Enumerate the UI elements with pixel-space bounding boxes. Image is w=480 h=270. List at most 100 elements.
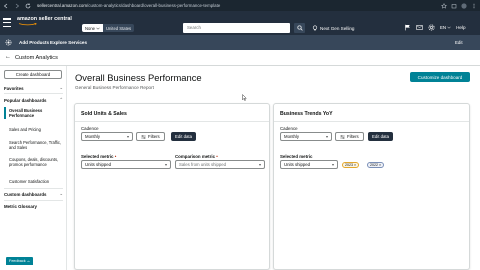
- menu-item-explore-services[interactable]: Explore Services: [50, 40, 87, 45]
- hamburger-menu-icon[interactable]: [3, 18, 11, 27]
- selected-metric-label: Selected metric •: [81, 154, 116, 159]
- edit-data-button[interactable]: Edit data: [171, 132, 196, 141]
- card-title: Sold Units & Sales: [81, 111, 127, 117]
- filter-sliders-icon: [340, 134, 345, 139]
- sidebar: Create dashboard Favorites ⌄ Popular das…: [0, 66, 67, 270]
- create-dashboard-button[interactable]: Create dashboard: [4, 70, 62, 79]
- marketplace-switcher[interactable]: None United States: [82, 24, 135, 32]
- help-link[interactable]: Help: [456, 25, 465, 30]
- profile-icon[interactable]: [460, 2, 467, 9]
- comparison-metric-select[interactable]: Sales from units shipped ▾: [175, 160, 265, 169]
- seller-central-header: amazon seller central None United States…: [0, 11, 480, 35]
- business-trends-card: Business Trends YoY Cadence Monthly ▾ Fi…: [273, 103, 470, 270]
- flag-icon[interactable]: [404, 24, 411, 31]
- chevron-down-icon: ▾: [325, 134, 328, 139]
- feedback-button[interactable]: Feedback: [6, 257, 33, 265]
- menu-item-add-products[interactable]: Add Products: [19, 40, 49, 45]
- sidebar-item-coupons-deals[interactable]: Coupons, deals, discounts, promos perfor…: [9, 157, 63, 168]
- filters-button[interactable]: Filters: [335, 132, 364, 141]
- url-path: /custom-analytics/dashboard/overall-busi…: [87, 3, 221, 8]
- chevron-down-icon: ▾: [164, 162, 167, 167]
- reload-icon[interactable]: [22, 0, 33, 11]
- lightbulb-icon: [312, 25, 318, 31]
- language-selector[interactable]: EN: [440, 25, 451, 30]
- sidebar-item-search-performance[interactable]: Search Performance, Traffic, and Sales: [9, 140, 63, 151]
- dashboard-title: Overall Business Performance: [75, 72, 202, 83]
- year-chip-2023[interactable]: 2023 ×: [342, 161, 360, 168]
- sidebar-item-customer-satisfaction[interactable]: Customer Satisfaction: [9, 179, 63, 184]
- comparison-metric-placeholder: Sales from units shipped: [179, 162, 227, 167]
- cadence-select[interactable]: Monthly ▾: [81, 132, 133, 141]
- mouse-cursor-icon: [242, 94, 247, 101]
- chevron-down-icon: ▾: [126, 134, 129, 139]
- sold-units-sales-card: Sold Units & Sales Cadence Monthly ▾ Fil…: [74, 103, 270, 270]
- sidebar-section-favorites[interactable]: Favorites ⌄: [4, 85, 63, 91]
- region-selector[interactable]: United States: [103, 24, 135, 32]
- search-placeholder: Search: [187, 25, 201, 30]
- bookmarks-menu-bar: Add Products Explore Services Edit: [0, 35, 480, 50]
- sidebar-section-custom[interactable]: Custom dashboards ⌄: [4, 191, 63, 197]
- chevron-down-icon: [447, 26, 451, 29]
- divider: [4, 188, 63, 189]
- chevron-down-icon: ⌄: [59, 85, 63, 90]
- browser-toolbar: sellercentral.amazon.com /custom-analyti…: [0, 0, 480, 11]
- close-icon[interactable]: ×: [379, 163, 381, 167]
- metric-glossary-label: Metric Glossary: [4, 204, 37, 209]
- filters-label: Filters: [347, 134, 359, 139]
- next-gen-selling-link[interactable]: Next Gen Selling: [312, 25, 354, 31]
- custom-dashboards-label: Custom dashboards: [4, 191, 47, 197]
- selected-metric-select[interactable]: Units shipped ▾: [81, 160, 171, 169]
- edit-data-button[interactable]: Edit data: [368, 132, 393, 141]
- forward-arrow-icon[interactable]: [11, 0, 22, 11]
- language-label: EN: [440, 25, 447, 30]
- comparison-metric-label-text: Comparison metric: [175, 154, 216, 159]
- selected-metric-value: Units shipped: [85, 162, 112, 167]
- cadence-value: Monthly: [85, 134, 101, 139]
- selected-metric-select[interactable]: Units shipped ▾: [280, 160, 338, 169]
- browser-menu-icon[interactable]: [470, 2, 477, 9]
- popular-dashboards-label: Popular dashboards: [4, 97, 47, 103]
- year-chip-label: 2022: [370, 162, 378, 167]
- back-arrow-icon[interactable]: [0, 0, 11, 11]
- store-selector[interactable]: None: [82, 24, 104, 32]
- search-input[interactable]: Search: [183, 23, 290, 33]
- filter-sliders-icon: [141, 134, 146, 139]
- selected-metric-label: Selected metric: [280, 154, 313, 159]
- settings-gear-icon[interactable]: [428, 24, 435, 31]
- mail-icon[interactable]: [416, 24, 423, 31]
- active-indicator: [4, 107, 6, 119]
- extensions-icon[interactable]: [450, 2, 457, 9]
- feedback-label: Feedback: [9, 259, 26, 263]
- comparison-metric-label: Comparison metric •: [175, 154, 218, 159]
- customize-dashboard-button[interactable]: Customize dashboard: [410, 72, 470, 82]
- year-chip-label: 2023: [345, 162, 353, 167]
- info-icon: •: [114, 154, 117, 159]
- address-bar[interactable]: sellercentral.amazon.com /custom-analyti…: [37, 2, 305, 9]
- filters-button[interactable]: Filters: [136, 132, 165, 141]
- sidebar-item-sales-and-pricing[interactable]: Sales and Pricing: [9, 127, 63, 132]
- dashboard-subtitle: General Business Performance Report: [75, 85, 154, 90]
- sidebar-section-popular[interactable]: Popular dashboards ⌃: [4, 97, 63, 103]
- chevron-down-icon: ⌄: [59, 191, 63, 196]
- info-icon: •: [216, 154, 218, 159]
- amazon-smile-icon: [18, 23, 37, 26]
- search-button[interactable]: [294, 23, 305, 33]
- year-chip-2022[interactable]: 2022 ×: [367, 161, 385, 168]
- chevron-down-icon: [96, 27, 100, 30]
- selected-metric-label-text: Selected metric: [81, 154, 114, 159]
- amazon-seller-central-logo[interactable]: amazon seller central: [17, 16, 72, 26]
- chevron-up-icon: [26, 260, 30, 262]
- selected-metric-value: Units shipped: [284, 162, 311, 167]
- search-icon: [296, 25, 303, 31]
- cadence-label: Cadence: [81, 126, 99, 131]
- cadence-select[interactable]: Monthly ▾: [280, 132, 332, 141]
- close-icon[interactable]: ×: [354, 163, 356, 167]
- star-icon[interactable]: [440, 2, 447, 9]
- sidebar-item-overall-business-performance[interactable]: Overall Business Performance: [9, 108, 63, 119]
- sidebar-item-metric-glossary[interactable]: Metric Glossary: [4, 204, 63, 209]
- cadence-value: Monthly: [284, 134, 300, 139]
- back-arrow-icon[interactable]: ←: [5, 54, 11, 60]
- edit-menu-link[interactable]: Edit: [455, 40, 463, 45]
- settings-gear-icon[interactable]: [5, 39, 12, 46]
- chevron-up-icon: ⌃: [59, 97, 63, 102]
